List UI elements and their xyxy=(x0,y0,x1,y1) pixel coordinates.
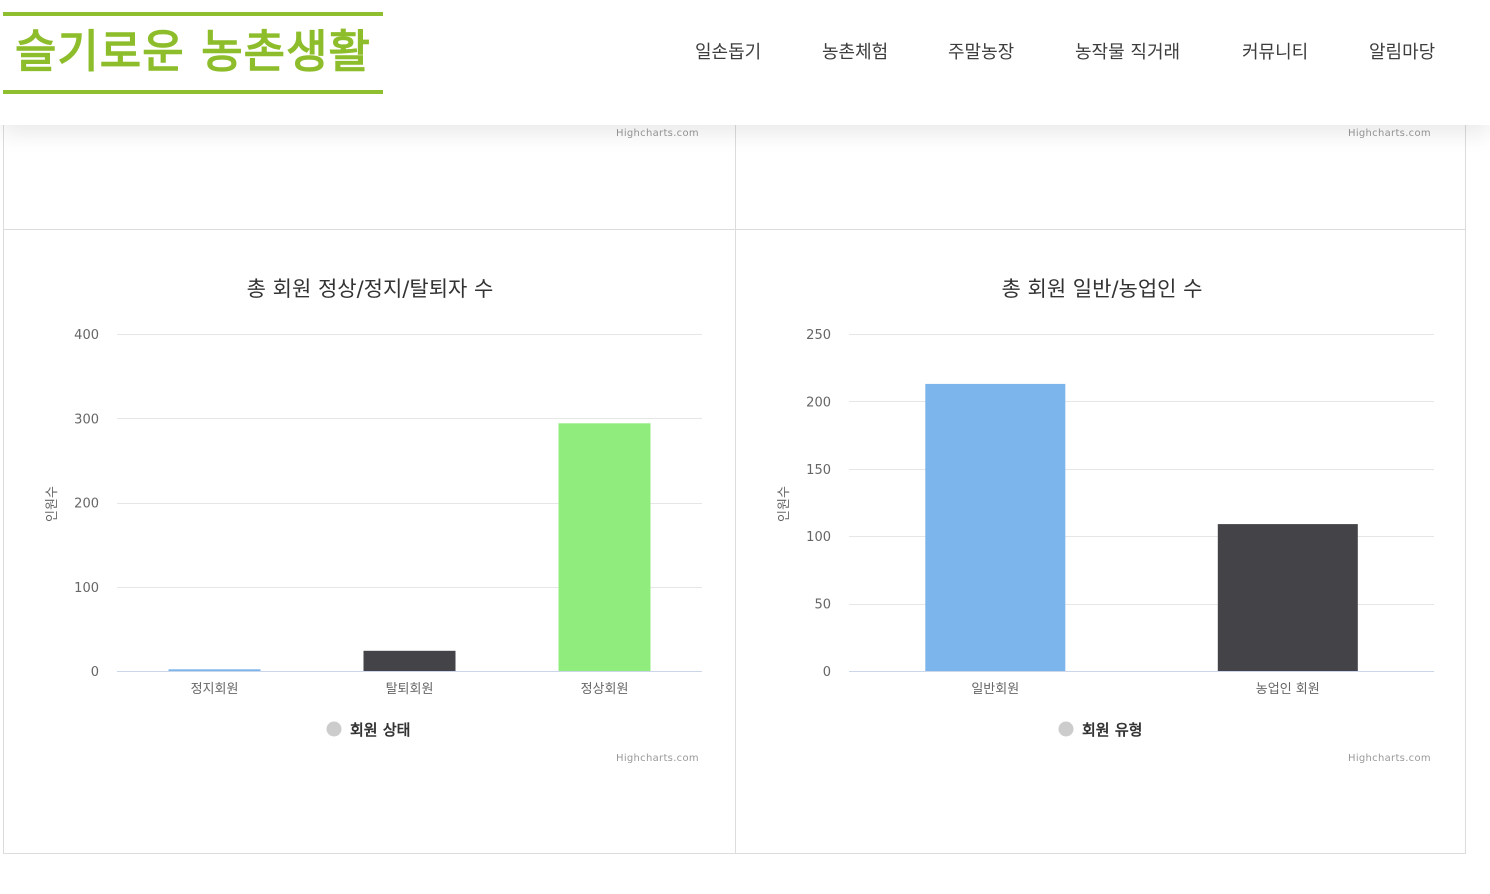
x-tick-label: 탈퇴회원 xyxy=(386,682,434,697)
nav-item-weekend-farm[interactable]: 주말농장 xyxy=(948,38,1014,68)
logo-text: 슬기로운 농촌생활 xyxy=(15,25,371,78)
y-axis-label: 인원수 xyxy=(777,486,792,522)
x-tick-labels: 일반회원 농업인 회원 xyxy=(971,682,1319,697)
bar-series[interactable] xyxy=(168,423,651,671)
bar-1[interactable] xyxy=(925,383,1066,671)
y-tick-labels: 0 100 200 300 400 xyxy=(74,328,99,680)
y-tick-label: 200 xyxy=(806,395,831,410)
legend-symbol xyxy=(326,721,342,737)
legend-label[interactable]: 회원 유형 xyxy=(1082,721,1142,739)
nav-item-farm-experience[interactable]: 농촌체험 xyxy=(822,38,888,68)
nav-item-notices[interactable]: 알림마당 xyxy=(1369,38,1435,68)
x-tick-label: 일반회원 xyxy=(971,682,1019,697)
x-tick-label: 정지회원 xyxy=(191,682,239,697)
site-logo[interactable]: 슬기로운 농촌생활 xyxy=(3,12,383,94)
y-tick-label: 100 xyxy=(74,581,99,596)
y-axis-label: 인원수 xyxy=(45,486,60,522)
highcharts-credit[interactable]: Highcharts.com xyxy=(616,128,699,139)
chart-legend[interactable]: 회원 상태 xyxy=(326,721,411,739)
y-tick-label: 50 xyxy=(814,598,831,613)
chart-panel-member-type: 총 회원 일반/농업인 수 인원수 0 50 100 150 200 250 일반회원 농업… xyxy=(735,229,1466,854)
x-tick-labels: 정지회원 탈퇴회원 정상회원 xyxy=(191,682,629,697)
chart-panel-member-status: 총 회원 정상/정지/탈퇴자 수 인원수 0 100 200 300 400 정지회원 탈… xyxy=(3,229,736,854)
y-tick-label: 400 xyxy=(74,328,99,343)
bar-3[interactable] xyxy=(558,423,651,671)
y-tick-label: 150 xyxy=(806,463,831,478)
y-tick-label: 0 xyxy=(91,665,99,680)
nav-item-community[interactable]: 커뮤니티 xyxy=(1242,38,1308,68)
highcharts-credit[interactable]: Highcharts.com xyxy=(1348,128,1431,139)
y-tick-label: 200 xyxy=(74,497,99,512)
bar-1[interactable] xyxy=(168,669,261,671)
highcharts-credit[interactable]: Highcharts.com xyxy=(1348,753,1431,764)
nav-item-direct-trade[interactable]: 농작물 직거래 xyxy=(1075,38,1180,68)
x-tick-label: 정상회원 xyxy=(581,682,629,697)
chart-legend[interactable]: 회원 유형 xyxy=(1058,721,1143,739)
site-header: 슬기로운 농촌생활 일손돕기 농촌체험 주말농장 농작물 직거래 커뮤니티 알림… xyxy=(0,0,1490,125)
x-tick-label: 농업인 회원 xyxy=(1256,682,1320,697)
y-tick-label: 250 xyxy=(806,328,831,343)
chart-title: 총 회원 일반/농업인 수 xyxy=(1002,277,1203,301)
nav-item-labor-help[interactable]: 일손돕기 xyxy=(695,38,761,68)
y-tick-label: 100 xyxy=(806,530,831,545)
y-tick-label: 0 xyxy=(823,665,831,680)
legend-label[interactable]: 회원 상태 xyxy=(350,721,410,739)
legend-symbol xyxy=(1058,721,1074,737)
bar-series[interactable] xyxy=(925,383,1358,671)
bar-2[interactable] xyxy=(1217,524,1358,671)
chart-title: 총 회원 정상/정지/탈퇴자 수 xyxy=(247,277,494,301)
y-tick-label: 300 xyxy=(74,412,99,427)
highcharts-credit[interactable]: Highcharts.com xyxy=(616,753,699,764)
y-tick-labels: 0 50 100 150 200 250 xyxy=(806,328,831,680)
bar-2[interactable] xyxy=(363,650,456,671)
